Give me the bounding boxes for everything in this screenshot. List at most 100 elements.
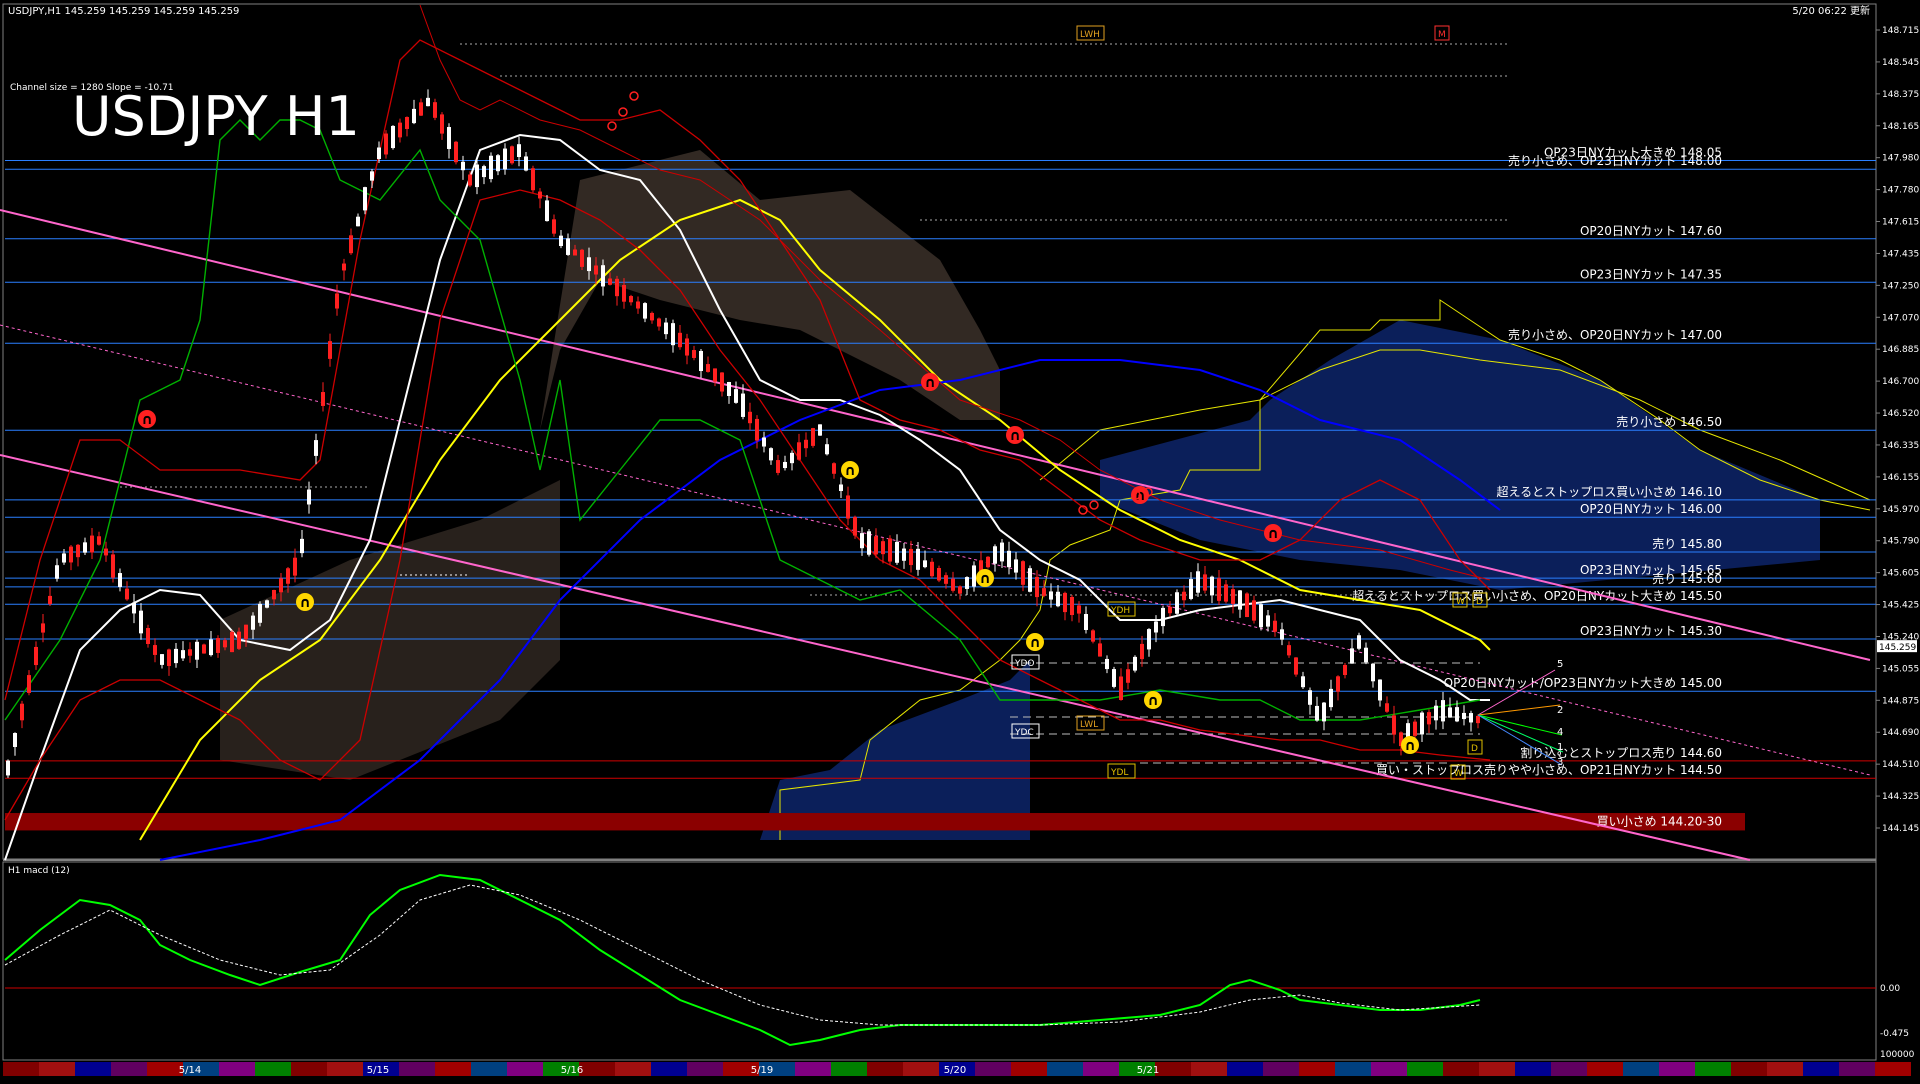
level-label: 売り小さめ 146.50 [1616, 414, 1722, 429]
candle-body [272, 589, 276, 600]
candle-body [727, 382, 731, 396]
y-tick-label: 144.875 [1882, 696, 1919, 706]
signal-glyph: ∩ [141, 412, 152, 428]
time-bar-segment [147, 1062, 183, 1076]
candle-body [692, 350, 696, 358]
time-bar-segment [687, 1062, 723, 1076]
candle-body [1140, 643, 1144, 660]
candle-body [818, 424, 822, 436]
candle-body [734, 389, 738, 403]
candle-body [1168, 606, 1172, 614]
candle-body [356, 216, 360, 227]
candle-body [811, 428, 815, 446]
candle-body [202, 644, 206, 654]
candle-body [363, 187, 367, 211]
candle-body [195, 641, 199, 660]
candle-body [1147, 629, 1151, 650]
candle-body [860, 533, 864, 549]
candle-body [244, 624, 248, 640]
candle-body [1161, 607, 1165, 627]
candle-body [1357, 635, 1361, 649]
marker-label: D [1471, 744, 1478, 754]
level-label: 超えるとストップロス買い小さめ 146.10 [1497, 484, 1722, 499]
time-bar-segment [3, 1062, 39, 1076]
time-bar-segment [1335, 1062, 1371, 1076]
y-tick-label: 146.885 [1882, 345, 1919, 355]
time-bar-segment [435, 1062, 471, 1076]
update-datetime: 5/20 06:22 更新 [1792, 4, 1870, 17]
level-label: 売り 145.60 [1652, 571, 1722, 586]
time-bar-segment [255, 1062, 291, 1076]
projection-label: 4 [1557, 727, 1563, 738]
candle-body [986, 556, 990, 568]
candle-body [405, 117, 409, 129]
signal-glyph: ∩ [1404, 738, 1415, 754]
candle-body [1413, 721, 1417, 736]
time-bar-segment [39, 1062, 75, 1076]
candle-body [580, 249, 584, 267]
candle-body [41, 623, 45, 633]
candle-body [1035, 576, 1039, 598]
candle-body [930, 561, 934, 577]
candle-body [293, 557, 297, 576]
candle-body [797, 442, 801, 460]
candle-body [1119, 676, 1123, 701]
candle-body [223, 640, 227, 648]
candle-body [1476, 715, 1480, 724]
time-bar-segment [219, 1062, 255, 1076]
macd-low-label: -0.475 [1880, 1029, 1909, 1039]
time-bar-segment [1083, 1062, 1119, 1076]
candle-body [1189, 579, 1193, 599]
candle-body [566, 238, 570, 255]
candle-body [741, 393, 745, 417]
time-bar-segment [1227, 1062, 1263, 1076]
candle-body [48, 595, 52, 605]
candle-body [1049, 591, 1053, 600]
x-axis-label: 5/19 [751, 1065, 773, 1076]
candle-body [349, 235, 353, 254]
time-bar-segment [1875, 1062, 1911, 1076]
candle-body [384, 133, 388, 155]
time-bar-segment [1695, 1062, 1731, 1076]
candle-body [1448, 707, 1452, 718]
candle-body [1245, 593, 1249, 618]
y-tick-label: 145.605 [1882, 569, 1919, 579]
candle-body [279, 578, 283, 593]
candle-body [398, 122, 402, 138]
candle-body [1112, 669, 1116, 687]
candle-body [181, 650, 185, 659]
y-tick-label: 147.980 [1882, 154, 1919, 164]
y-tick-label: 147.780 [1882, 186, 1919, 196]
candle-body [1371, 663, 1375, 682]
candle-body [1000, 542, 1004, 562]
candle-body [209, 639, 213, 656]
candle-body [1126, 669, 1130, 683]
level-label: OP20日NYカット/OP23日NYカット大きめ 145.00 [1444, 676, 1722, 690]
candle-body [335, 293, 339, 309]
ohlc-header: USDJPY,H1 145.259 145.259 145.259 145.25… [8, 6, 239, 17]
candle-body [622, 284, 626, 302]
candle-body [615, 278, 619, 297]
candle-body [1084, 614, 1088, 630]
macd-zero-label: 0.00 [1880, 984, 1900, 994]
candle-body [111, 554, 115, 578]
candle-body [713, 368, 717, 382]
candle-body [1336, 676, 1340, 692]
time-bar-segment [1767, 1062, 1803, 1076]
candle-body [1378, 679, 1382, 701]
candle-body [895, 541, 899, 563]
projection-label: 1 [1557, 742, 1563, 753]
candle-body [720, 372, 724, 392]
candle-body [531, 168, 535, 191]
candle-body [1308, 690, 1312, 705]
candle-body [475, 164, 479, 188]
candle-body [412, 108, 416, 124]
signal-glyph: ∩ [844, 463, 855, 479]
marker-label: YDL [1110, 768, 1128, 778]
time-bar-segment [975, 1062, 1011, 1076]
time-bar-segment [471, 1062, 507, 1076]
projection-label: 3 [1557, 757, 1563, 768]
candle-body [706, 364, 710, 372]
level-label: 超えるとストップロス買い小さめ、OP20日NYカット大きめ 145.50 [1352, 588, 1722, 603]
candle-body [678, 332, 682, 348]
